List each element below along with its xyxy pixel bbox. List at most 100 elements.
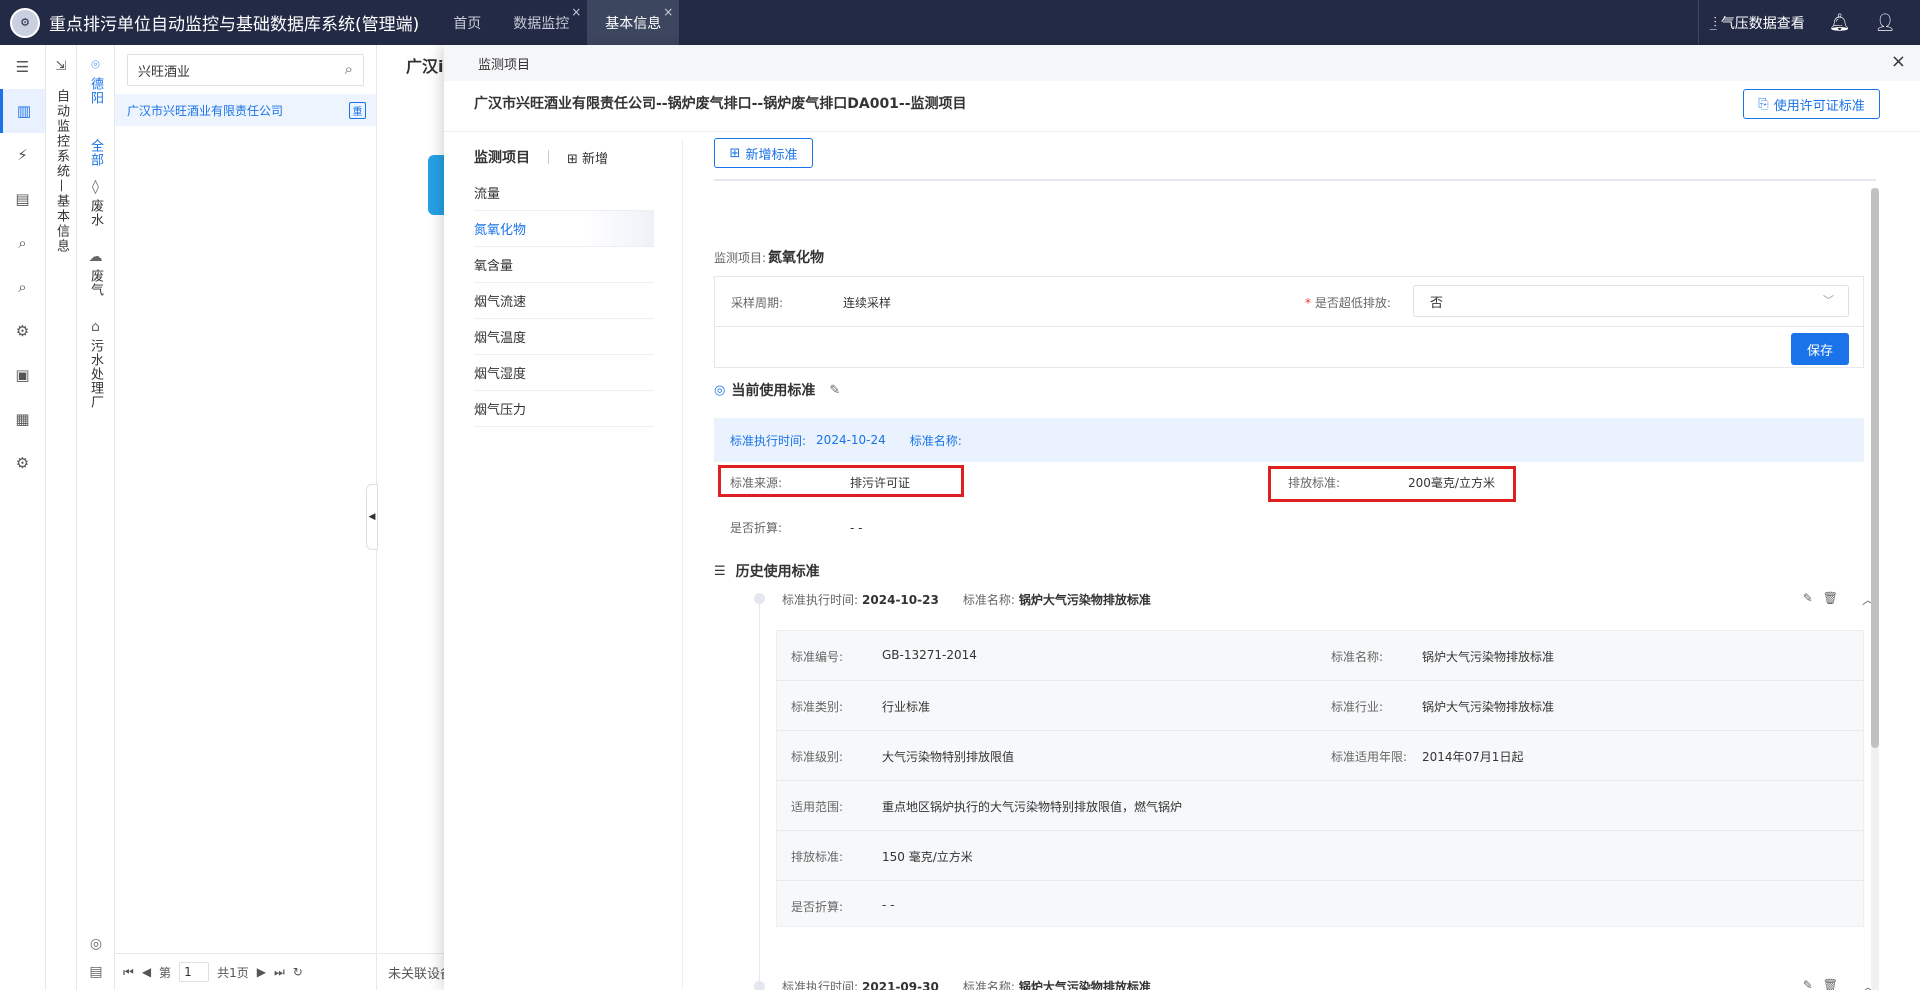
region-label: 德阳: [88, 77, 103, 105]
select-value: 否: [1430, 295, 1444, 311]
category-wastewater[interactable]: ◊ 废水: [77, 179, 114, 227]
trash-icon[interactable]: 🗑︎: [1823, 978, 1838, 990]
plus-square-icon: ⊞: [567, 151, 578, 167]
footer-status: 未关联设备: [378, 953, 444, 990]
dashboard-icon[interactable]: ▥: [0, 89, 45, 133]
current-standard-band: 标准执行时间: 2024-10-24 标准名称:: [714, 418, 1864, 462]
category-rail: ⌾ 德阳 全部 ◊ 废水 ☁︎ 废气 ⌂ 污水处理厂 ◎ ▤: [77, 45, 115, 990]
timeline-line: [759, 599, 760, 990]
region-deyang[interactable]: ⌾ 德阳: [77, 57, 114, 105]
collapse-handle-icon[interactable]: ◀: [366, 484, 378, 550]
close-icon[interactable]: ×: [663, 5, 673, 19]
field-label: 标准级别:: [791, 750, 844, 764]
highlight-box: [1268, 466, 1516, 502]
report-icon[interactable]: ▤: [0, 177, 45, 221]
close-icon[interactable]: ×: [1891, 51, 1906, 72]
refresh-icon[interactable]: ↻: [293, 965, 303, 979]
trash-icon[interactable]: 🗑︎: [1823, 591, 1838, 608]
settings-icon[interactable]: ⚙: [0, 309, 45, 353]
prev-page-icon[interactable]: ◀: [142, 965, 151, 979]
edit-icon[interactable]: ✎: [1803, 591, 1813, 608]
list-item[interactable]: 氧含量: [474, 247, 654, 283]
module-label: 自动监控系统—基本信息: [54, 89, 69, 254]
first-page-icon[interactable]: ⏮: [123, 965, 134, 980]
save-button[interactable]: 保存: [1791, 333, 1849, 365]
exit-icon[interactable]: ⇲: [46, 59, 76, 74]
menu-icon[interactable]: ☰: [0, 45, 45, 89]
list-item-selected[interactable]: 氮氧化物: [474, 211, 654, 247]
search-input[interactable]: 兴旺酒业 ⌕: [127, 54, 364, 86]
doc-icon[interactable]: ◎: [90, 936, 102, 952]
use-permit-standard-button[interactable]: ⎘ 使用许可证标准: [1743, 89, 1880, 119]
tree-item-company[interactable]: 广汉市兴旺酒业有限责任公司 重: [115, 94, 376, 126]
tab-home[interactable]: 首页: [439, 0, 495, 45]
history-entry-header: 标准执行时间: 2024-10-23 标准名称: 锅炉大气污染物排放标准: [782, 591, 1175, 608]
field-label: 标准执行时间:: [782, 980, 859, 990]
list-title: 监测项目: [474, 150, 530, 166]
page-input[interactable]: 1: [179, 962, 210, 982]
list-icon: ☰: [714, 563, 726, 579]
config-icon[interactable]: ⚙: [0, 441, 45, 485]
button-label: 使用许可证标准: [1773, 98, 1865, 114]
drawer-header-title: 监测项目: [478, 57, 531, 73]
monitor-item-drawer: 监测项目 × 广汉市兴旺酒业有限责任公司--锅炉废气排口--锅炉废气排口DA00…: [444, 45, 1920, 990]
edit-icon[interactable]: ✎: [829, 383, 840, 398]
user-icon[interactable]: 👤︎: [1874, 13, 1896, 33]
current-standard-heading: ◎ 当前使用标准 ✎: [714, 380, 840, 400]
add-standard-button[interactable]: ⊞ 新增标准: [714, 138, 813, 168]
last-page-icon[interactable]: ⏭: [274, 965, 285, 980]
chart-icon[interactable]: ⫶̲: [1713, 15, 1717, 31]
list-icon[interactable]: ▤: [89, 964, 102, 980]
search-doc-icon[interactable]: ⌕: [0, 221, 45, 265]
tab-basic-info[interactable]: 基本信息 ×: [587, 0, 680, 45]
edit-icon[interactable]: ✎: [1803, 978, 1813, 990]
category-label: 废水: [88, 199, 103, 227]
card-icon[interactable]: ▦: [0, 397, 45, 441]
divider: [682, 139, 683, 990]
next-page-icon[interactable]: ▶: [257, 965, 266, 979]
top-right-tools: ⫶̲ 气压数据查看 🔔︎ 👤︎: [1698, 0, 1920, 45]
field-value: 2021-09-30: [862, 979, 939, 990]
list-item[interactable]: 烟气湿度: [474, 355, 654, 391]
list-item[interactable]: 流量: [474, 175, 654, 211]
history-entry-actions: ✎ 🗑︎ ︿: [1803, 591, 1874, 608]
add-item-button[interactable]: ⊞ 新增: [567, 148, 608, 167]
tab-data-monitor[interactable]: 数据监控 ×: [495, 0, 587, 45]
field-value: 锅炉大气污染物排放标准: [1422, 650, 1555, 664]
image-icon[interactable]: ▣: [0, 353, 45, 397]
search-doc2-icon[interactable]: ⌕: [0, 265, 45, 309]
field-label: 标准名称:: [1331, 650, 1384, 664]
list-item[interactable]: 烟气压力: [474, 391, 654, 427]
ultra-low-emission-select[interactable]: 否 ﹀: [1413, 285, 1849, 317]
drawer-header: 监测项目 ×: [444, 45, 1920, 81]
item-label: 流量: [474, 187, 501, 202]
app-root: ⚙ 重点排污单位自动监控与基础数据库系统(管理端) 首页 数据监控 × 基本信息…: [0, 0, 1920, 990]
water-drop-icon: ◊: [92, 179, 99, 195]
field-label: 标准执行时间:: [730, 433, 807, 448]
detail-row: 标准级别: 大气污染物特别排放限值 标准适用年限: 2014年07月1日起: [777, 731, 1863, 781]
field-value: 大气污染物特别排放限值: [882, 750, 1015, 764]
money-icon[interactable]: ⚡: [0, 133, 45, 177]
detail-row: 排放标准: 150 毫克/立方米: [777, 831, 1863, 881]
pressure-data-link[interactable]: 气压数据查看: [1721, 13, 1805, 33]
key-badge: 重: [349, 102, 366, 119]
category-wastegas[interactable]: ☁︎ 废气: [77, 249, 114, 297]
field-label: 适用范围:: [791, 800, 844, 814]
divider: [444, 131, 1920, 132]
list-item[interactable]: 烟气流速: [474, 283, 654, 319]
scrollbar-thumb[interactable]: [1871, 188, 1879, 748]
label-text: 是否超低排放:: [1314, 296, 1391, 310]
field-value: GB-13271-2014: [882, 648, 977, 662]
detail-row: 标准编号: GB-13271-2014 标准名称: 锅炉大气污染物排放标准: [777, 631, 1863, 681]
category-all[interactable]: 全部: [77, 139, 114, 167]
close-icon[interactable]: ×: [571, 5, 581, 19]
search-icon[interactable]: ⌕: [345, 60, 353, 78]
page-title: 广汉i: [406, 57, 444, 76]
category-label: 废气: [88, 269, 103, 297]
list-item[interactable]: 烟气温度: [474, 319, 654, 355]
item-label: 烟气温度: [474, 331, 527, 346]
bell-icon[interactable]: 🔔︎: [1829, 13, 1851, 33]
category-sewage-plant[interactable]: ⌂ 污水处理厂: [77, 319, 114, 409]
list-header: 监测项目 ⊞ 新增: [474, 139, 654, 175]
field-value: 2014年07月1日起: [1422, 750, 1524, 764]
